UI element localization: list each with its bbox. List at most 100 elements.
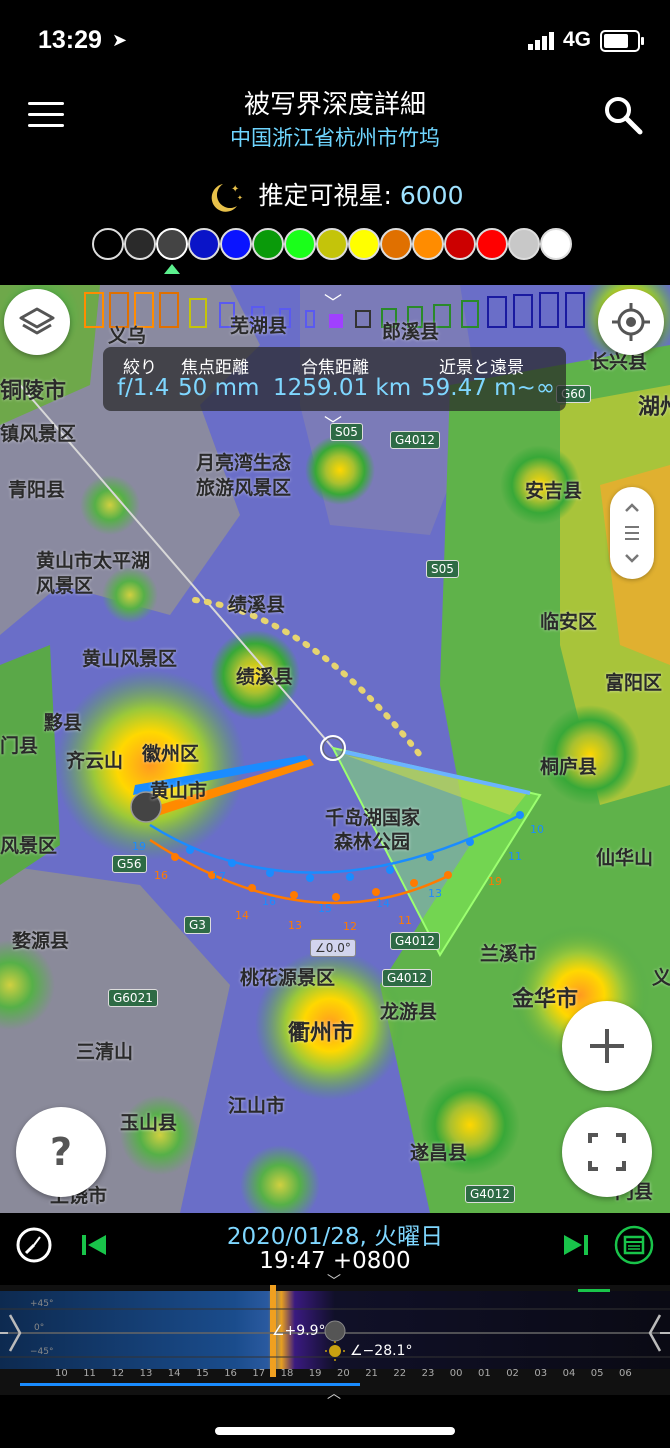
svg-text:19: 19 <box>488 875 502 888</box>
color-swatch[interactable] <box>412 228 444 260</box>
search-icon[interactable] <box>602 94 644 136</box>
map-label: 兰溪市 <box>480 943 538 965</box>
map-label: 婺源县 <box>12 930 70 952</box>
svg-text:?: ? <box>50 1130 72 1174</box>
help-button[interactable]: ? <box>16 1107 106 1197</box>
map-label: 安吉县 <box>525 480 583 502</box>
map-label: 森林公园 <box>334 831 411 853</box>
home-indicator[interactable] <box>215 1427 455 1435</box>
svg-text:12: 12 <box>343 920 357 933</box>
timeline-hour-label: 06 <box>619 1368 632 1379</box>
svg-text:10: 10 <box>530 823 544 836</box>
color-swatch[interactable] <box>156 228 188 260</box>
color-swatch[interactable] <box>284 228 316 260</box>
color-swatch[interactable] <box>348 228 380 260</box>
timeline-hour-label: 20 <box>337 1368 350 1379</box>
altitude-mark: +45° <box>30 1299 54 1309</box>
svg-text:14: 14 <box>376 897 390 910</box>
near-far-value: 59.47 m~∞ <box>421 375 555 401</box>
svg-text:16: 16 <box>262 895 276 908</box>
chevron-down-icon[interactable]: ﹀ <box>324 289 342 315</box>
selected-swatch-marker <box>164 264 180 274</box>
sun-altitude: ∠−28.1° <box>350 1343 413 1359</box>
moon-altitude: ∠+9.9° <box>272 1323 326 1339</box>
color-swatch[interactable] <box>316 228 348 260</box>
color-swatch[interactable] <box>220 228 252 260</box>
timeline-hour-label: 02 <box>506 1368 519 1379</box>
status-time: 13:29 <box>38 26 102 54</box>
svg-text:✦: ✦ <box>237 194 243 202</box>
map-label: 玉山县 <box>120 1112 178 1134</box>
altitude-mark: 0° <box>34 1323 45 1333</box>
map-label: 义乌 <box>652 967 670 989</box>
map-view[interactable]: 19 17 16 15 14 13 11 10 16 14 13 12 11 19 义乌 芜湖县 郎溪县… <box>0 285 670 1213</box>
calendar-icon[interactable] <box>614 1225 654 1265</box>
map-label: 江山市 <box>228 1095 286 1117</box>
chevron-up-icon[interactable]: ︿ <box>327 1383 341 1403</box>
svg-text:11: 11 <box>398 914 412 927</box>
fullscreen-button[interactable] <box>562 1107 652 1197</box>
color-swatch[interactable] <box>124 228 156 260</box>
dof-info-panel[interactable]: 絞り f/1.4 焦点距離 50 mm 合焦距離 1259.01 km 近景と遠… <box>103 347 566 411</box>
map-label: 仙华山 <box>596 847 654 869</box>
map-label: 桃花源景区 <box>240 967 336 989</box>
visible-stars-value: 6000 <box>399 181 464 210</box>
map-label: 绩溪县 <box>236 666 294 688</box>
road-badge: G4012 <box>390 431 440 449</box>
map-label: 衢州市 <box>288 1021 355 1046</box>
map-label: 桐庐县 <box>540 756 598 778</box>
map-label: 芜湖县 <box>230 315 288 337</box>
timeline-chart[interactable]: +45° 0° −45° ∠+9.9° ∠−28.1° 10 11 12 13 14 15… <box>0 1285 670 1395</box>
color-swatch[interactable] <box>444 228 476 260</box>
svg-text:11: 11 <box>508 850 522 863</box>
map-label: 铜陵市 <box>0 379 67 404</box>
timeline-hour-label: 16 <box>224 1368 237 1379</box>
map-label: 门县 <box>0 735 39 757</box>
status-bar: 13:29 ➤ 4G <box>0 0 670 80</box>
timeline-hour-label: 21 <box>365 1368 378 1379</box>
color-swatch[interactable] <box>92 228 124 260</box>
aperture-value: f/1.4 <box>117 375 170 401</box>
altitude-mark: −45° <box>30 1347 54 1357</box>
timeline-hour-label: 23 <box>421 1368 435 1379</box>
timeline-hour-label: 22 <box>393 1368 407 1379</box>
map-label: 黄山市太平湖 <box>36 550 151 572</box>
layers-button[interactable] <box>4 289 70 355</box>
chevron-down-icon[interactable]: ﹀ <box>327 1271 341 1291</box>
zoom-in-button[interactable] <box>562 1001 652 1091</box>
road-badge: G3 <box>184 916 211 934</box>
battery-icon <box>600 30 644 52</box>
skip-forward-icon[interactable] <box>562 1231 590 1259</box>
map-label: 湖州 <box>638 395 670 420</box>
chevron-down-icon[interactable]: ﹀ <box>324 411 342 437</box>
my-location-button[interactable] <box>598 289 664 355</box>
map-label: 黟县 <box>44 712 83 734</box>
timeline-hour-label: 11 <box>83 1368 96 1379</box>
timeline-hour-label: 17 <box>252 1368 266 1379</box>
map-label: 龙游县 <box>380 1001 438 1023</box>
visible-stars-label: 推定可視星: <box>258 181 392 210</box>
color-swatch[interactable] <box>252 228 284 260</box>
visible-stars-row: ✦ ✦ 推定可視星: 6000 <box>0 176 670 214</box>
timeline-hour-label: 03 <box>534 1368 548 1379</box>
location-subtitle: 中国浙江省杭州市竹坞 <box>230 126 440 150</box>
color-swatch[interactable] <box>380 228 412 260</box>
road-badge: G4012 <box>465 1185 515 1203</box>
moon-stars-icon: ✦ ✦ <box>211 184 243 212</box>
map-label: 黄山市 <box>150 780 208 802</box>
road-badge: G4012 <box>382 969 432 987</box>
location-arrow-icon: ➤ <box>112 30 128 51</box>
color-swatch[interactable] <box>508 228 540 260</box>
timeline-hour-label: 10 <box>55 1368 68 1379</box>
road-badge: G56 <box>112 855 147 873</box>
map-label: 徽州区 <box>142 743 200 765</box>
color-swatch[interactable] <box>476 228 508 260</box>
page-title: 被写界深度詳細 <box>243 90 426 120</box>
color-swatch[interactable] <box>188 228 220 260</box>
timeline-hour-label: 18 <box>280 1368 294 1379</box>
color-swatch[interactable] <box>540 228 572 260</box>
road-badge: S05 <box>426 560 459 578</box>
scroll-handle[interactable] <box>610 487 654 579</box>
map-label: 千岛湖国家 <box>325 807 421 829</box>
road-badge: G4012 <box>390 932 440 950</box>
